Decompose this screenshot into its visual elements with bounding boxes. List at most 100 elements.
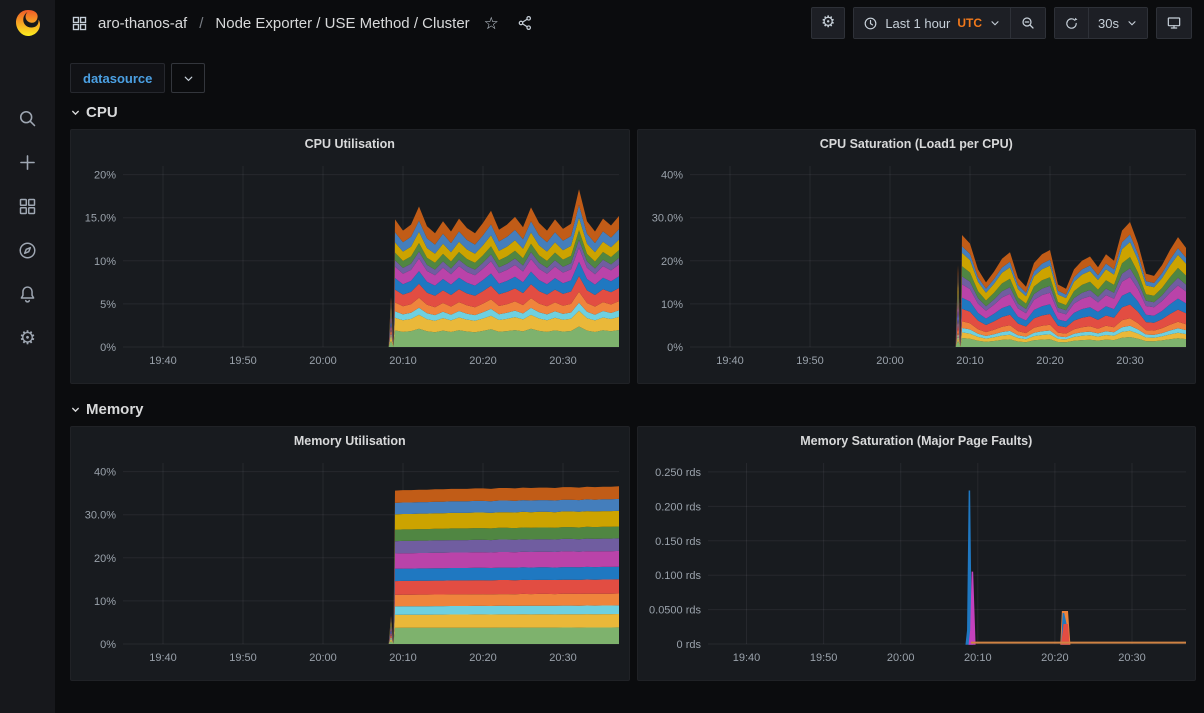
chart-cpu-saturation[interactable]: 0%10%20%30.0%40%19:4019:5020:0020:1020:2… (638, 158, 1196, 383)
section-memory[interactable]: Memory (70, 401, 144, 418)
breadcrumb-team[interactable]: aro-thanos-af (98, 15, 187, 32)
svg-text:30.0%: 30.0% (651, 213, 682, 225)
svg-text:20:10: 20:10 (964, 652, 992, 664)
svg-text:19:40: 19:40 (149, 652, 177, 664)
breadcrumb: aro-thanos-af / Node Exporter / USE Meth… (71, 13, 537, 34)
variables-submenu: datasource (70, 63, 1196, 93)
time-range-picker[interactable]: Last 1 hour UTC (854, 8, 1010, 38)
svg-text:19:40: 19:40 (732, 652, 760, 664)
svg-text:0%: 0% (100, 639, 116, 651)
svg-text:20:20: 20:20 (1036, 355, 1064, 367)
svg-text:20:30: 20:30 (1118, 652, 1146, 664)
chart-cpu-utilisation[interactable]: 0%5%10%15.0%20%19:4019:5020:0020:1020:20… (71, 158, 629, 383)
svg-text:0.200 rds: 0.200 rds (655, 501, 701, 513)
svg-text:20:00: 20:00 (309, 355, 337, 367)
svg-text:20%: 20% (660, 256, 682, 268)
sidebar-item-explore[interactable] (0, 228, 55, 272)
svg-text:30.0%: 30.0% (85, 510, 116, 522)
grafana-flame-icon (13, 8, 43, 38)
kiosk-mode-button[interactable] (1156, 7, 1192, 39)
favorite-button[interactable]: ☆ (480, 13, 503, 34)
svg-text:20%: 20% (94, 170, 116, 182)
chevron-down-icon (182, 72, 195, 85)
chart-memory-utilisation[interactable]: 0%10%20%30.0%40%19:4019:5020:0020:1020:2… (71, 455, 629, 680)
gear-icon: ⚙ (19, 329, 36, 348)
breadcrumb-separator: / (197, 15, 205, 32)
panel-title[interactable]: Memory Saturation (Major Page Faults) (638, 427, 1196, 455)
chevron-down-icon (70, 404, 81, 415)
sidebar-item-search[interactable] (0, 96, 55, 140)
svg-text:10%: 10% (94, 596, 116, 608)
zoom-out-time-button[interactable] (1010, 8, 1045, 38)
svg-text:20:30: 20:30 (1116, 355, 1144, 367)
sidebar-item-alerting[interactable] (0, 272, 55, 316)
magnifier-minus-icon (1020, 15, 1036, 31)
sidebar-nav: ⚙ (0, 96, 55, 360)
svg-text:19:40: 19:40 (149, 355, 177, 367)
chevron-down-icon (989, 17, 1001, 29)
panel-title[interactable]: Memory Utilisation (71, 427, 629, 455)
sidebar-item-dashboards[interactable] (0, 184, 55, 228)
datasource-caret-button[interactable] (171, 63, 205, 93)
panel-title[interactable]: CPU Saturation (Load1 per CPU) (638, 130, 1196, 158)
panel-memory-utilisation: Memory Utilisation 0%10%20%30.0%40%19:40… (70, 426, 630, 681)
bell-icon (17, 284, 38, 305)
svg-text:40%: 40% (94, 467, 116, 479)
svg-text:20:20: 20:20 (1041, 652, 1069, 664)
topbar: aro-thanos-af / Node Exporter / USE Meth… (55, 0, 1204, 46)
section-title: Memory (86, 401, 144, 418)
share-button[interactable] (513, 13, 537, 33)
svg-text:5%: 5% (100, 299, 116, 311)
dashboard-grid-icon (71, 15, 88, 32)
share-icon (517, 15, 533, 31)
panel-cpu-utilisation: CPU Utilisation 0%5%10%15.0%20%19:4019:5… (70, 129, 630, 384)
svg-text:19:50: 19:50 (229, 652, 257, 664)
svg-text:20:00: 20:00 (876, 355, 904, 367)
plus-icon (17, 152, 38, 173)
sidebar-item-create[interactable] (0, 140, 55, 184)
section-cpu[interactable]: CPU (70, 104, 118, 121)
breadcrumb-dashboard-title[interactable]: Node Exporter / USE Method / Cluster (215, 15, 469, 32)
dashboard-settings-button[interactable]: ⚙ (811, 7, 845, 39)
chevron-down-icon (1126, 17, 1138, 29)
cpu-panels-row: CPU Utilisation 0%5%10%15.0%20%19:4019:5… (70, 129, 1196, 384)
datasource-picker[interactable]: datasource (70, 63, 165, 93)
chevron-down-icon (70, 107, 81, 118)
time-controls-group: Last 1 hour UTC (853, 7, 1046, 39)
panel-memory-saturation: Memory Saturation (Major Page Faults) 0 … (637, 426, 1197, 681)
svg-text:0.100 rds: 0.100 rds (655, 570, 701, 582)
compass-icon (17, 240, 38, 261)
sidebar-item-configuration[interactable]: ⚙ (0, 316, 55, 360)
svg-text:19:40: 19:40 (716, 355, 744, 367)
grafana-logo[interactable] (0, 0, 55, 46)
section-title: CPU (86, 104, 118, 121)
refresh-interval-label: 30s (1098, 16, 1119, 31)
svg-text:19:50: 19:50 (796, 355, 824, 367)
svg-text:0.150 rds: 0.150 rds (655, 536, 701, 548)
svg-text:0.0500 rds: 0.0500 rds (649, 605, 701, 617)
chart-memory-saturation[interactable]: 0 rds0.0500 rds0.100 rds0.150 rds0.200 r… (638, 455, 1196, 680)
dashboards-grid-icon (17, 196, 38, 217)
refresh-button[interactable] (1055, 8, 1088, 38)
svg-text:0.250 rds: 0.250 rds (655, 467, 701, 479)
refresh-interval-picker[interactable]: 30s (1088, 8, 1147, 38)
svg-text:10%: 10% (660, 299, 682, 311)
memory-panels-row: Memory Utilisation 0%10%20%30.0%40%19:40… (70, 426, 1196, 681)
time-range-label: Last 1 hour (885, 16, 950, 31)
svg-text:20:00: 20:00 (886, 652, 914, 664)
svg-text:19:50: 19:50 (809, 652, 837, 664)
panel-cpu-saturation: CPU Saturation (Load1 per CPU) 0%10%20%3… (637, 129, 1197, 384)
toolbar: ⚙ Last 1 hour UTC (811, 7, 1192, 39)
svg-text:20:20: 20:20 (469, 355, 497, 367)
monitor-icon (1166, 15, 1182, 31)
search-icon (17, 108, 38, 129)
refresh-group: 30s (1054, 7, 1148, 39)
svg-text:15.0%: 15.0% (85, 213, 116, 225)
svg-text:20:30: 20:30 (549, 355, 577, 367)
timezone-label: UTC (957, 16, 982, 30)
refresh-icon (1064, 16, 1079, 31)
panel-title[interactable]: CPU Utilisation (71, 130, 629, 158)
svg-text:20:30: 20:30 (549, 652, 577, 664)
svg-text:20:20: 20:20 (469, 652, 497, 664)
svg-text:20:00: 20:00 (309, 652, 337, 664)
